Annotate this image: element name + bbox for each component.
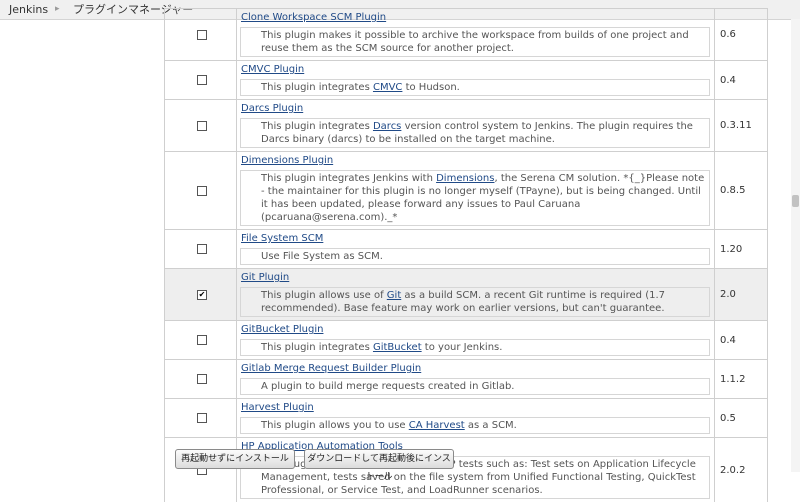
description-text: This plugin makes it possible to archive… bbox=[261, 30, 689, 54]
plugin-checkbox[interactable] bbox=[197, 75, 207, 85]
plugin-name-link[interactable]: Git Plugin bbox=[241, 269, 710, 285]
plugin-row: Clone Workspace SCM Plugin This plugin ma… bbox=[165, 8, 767, 60]
plugin-name-cell: Dimensions Plugin This plugin integrates … bbox=[237, 152, 715, 229]
plugin-description: Use File System as SCM. bbox=[240, 248, 710, 265]
plugin-checkbox[interactable] bbox=[197, 374, 207, 384]
plugin-name-cell: Gitlab Merge Request Builder Plugin A plu… bbox=[237, 360, 715, 398]
description-link[interactable]: Git bbox=[387, 290, 401, 301]
plugin-table: Clone Workspace SCM Plugin This plugin ma… bbox=[164, 8, 768, 502]
plugin-row: File System SCM Use File System as SCM. 1.… bbox=[165, 229, 767, 268]
plugin-select-cell bbox=[165, 230, 237, 268]
plugin-checkbox[interactable] bbox=[197, 29, 207, 40]
plugin-checkbox[interactable] bbox=[197, 335, 207, 345]
plugin-row: ✔ Git Plugin This plugin allows use of Git… bbox=[165, 268, 767, 320]
scrollbar-thumb[interactable] bbox=[792, 195, 799, 207]
plugin-name-link[interactable]: Harvest Plugin bbox=[241, 399, 710, 415]
plugin-name-link[interactable]: Dimensions Plugin bbox=[241, 152, 710, 168]
plugin-description: This plugin integrates Darcs version con… bbox=[240, 118, 710, 148]
download-install-after-restart-button[interactable]: ダウンロードして再起動後にインストール bbox=[304, 449, 454, 482]
plugin-name-cell: HP Application Automation Tools This plug… bbox=[237, 438, 715, 502]
description-text: This plugin allows you to use bbox=[261, 420, 409, 431]
plugin-row: HP Application Automation Tools This plug… bbox=[165, 437, 767, 502]
plugin-name-link[interactable]: GitBucket Plugin bbox=[241, 321, 710, 337]
plugin-description: This plugin allows use of Git as a build… bbox=[240, 287, 710, 317]
description-text: This plugin integrates bbox=[261, 121, 373, 132]
plugin-version: 0.3.11 bbox=[720, 120, 752, 131]
plugin-select-cell bbox=[165, 360, 237, 398]
description-text: to Hudson. bbox=[402, 82, 460, 93]
plugin-select-cell: ✔ bbox=[165, 269, 237, 320]
plugin-description: This plugin integrates GitBucket to your… bbox=[240, 339, 710, 356]
plugin-version: 2.0.2 bbox=[720, 464, 746, 476]
plugin-row: Gitlab Merge Request Builder Plugin A plu… bbox=[165, 359, 767, 398]
plugin-select-cell bbox=[165, 9, 237, 60]
plugin-row: Darcs Plugin This plugin integrates Darcs… bbox=[165, 99, 767, 151]
plugin-select-cell bbox=[165, 61, 237, 99]
description-text: This plugin integrates bbox=[261, 342, 373, 353]
plugin-row: GitBucket Plugin This plugin integrates G… bbox=[165, 320, 767, 359]
plugin-version: 1.20 bbox=[720, 243, 743, 255]
plugin-row: Dimensions Plugin This plugin integrates … bbox=[165, 151, 767, 229]
plugin-name-link[interactable]: Clone Workspace SCM Plugin bbox=[241, 9, 710, 25]
description-text: Use File System as SCM. bbox=[261, 251, 383, 262]
plugin-version: 0.4 bbox=[720, 74, 736, 86]
description-text: as a SCM. bbox=[464, 420, 517, 431]
description-link[interactable]: CA Harvest bbox=[409, 420, 465, 431]
plugin-checkbox[interactable] bbox=[197, 413, 207, 423]
plugin-name-cell: Darcs Plugin This plugin integrates Darcs… bbox=[237, 100, 715, 151]
plugin-select-cell bbox=[165, 100, 237, 151]
breadcrumb-jenkins[interactable]: Jenkins bbox=[9, 0, 48, 19]
install-without-restart-button[interactable]: 再起動せずにインストール bbox=[175, 449, 295, 469]
plugin-version: 2.0 bbox=[720, 289, 736, 300]
plugin-description: A plugin to build merge requests created… bbox=[240, 378, 710, 395]
plugin-description: This plugin makes it possible to archive… bbox=[240, 27, 710, 57]
plugin-checkbox[interactable] bbox=[197, 185, 207, 196]
plugin-row: Harvest Plugin This plugin allows you to … bbox=[165, 398, 767, 437]
plugin-checkbox[interactable]: ✔ bbox=[197, 289, 207, 300]
description-text: This plugin allows use of bbox=[261, 290, 387, 301]
description-text: to your Jenkins. bbox=[421, 342, 503, 353]
description-link[interactable]: CMVC bbox=[373, 82, 402, 93]
breadcrumb-separator-icon: ▸ bbox=[55, 4, 60, 14]
plugin-name-cell: GitBucket Plugin This plugin integrates G… bbox=[237, 321, 715, 359]
plugin-name-cell: CMVC Plugin This plugin integrates CMVC t… bbox=[237, 61, 715, 99]
plugin-name-link[interactable]: CMVC Plugin bbox=[241, 61, 710, 77]
plugin-name-link[interactable]: File System SCM bbox=[241, 230, 710, 246]
plugin-checkbox[interactable] bbox=[197, 244, 207, 254]
vertical-scrollbar[interactable] bbox=[791, 19, 800, 472]
description-link[interactable]: Darcs bbox=[373, 121, 401, 132]
plugin-select-cell bbox=[165, 321, 237, 359]
plugin-description: This plugin allows you to use CA Harvest… bbox=[240, 417, 710, 434]
description-text: This plugin integrates Jenkins with bbox=[261, 173, 437, 184]
plugin-name-cell: Git Plugin This plugin allows use of Git … bbox=[237, 269, 715, 320]
plugin-name-cell: Harvest Plugin This plugin allows you to … bbox=[237, 399, 715, 437]
plugin-description: This plugin integrates CMVC to Hudson. bbox=[240, 79, 710, 96]
description-link[interactable]: GitBucket bbox=[373, 342, 422, 353]
description-link[interactable]: Dimensions bbox=[436, 173, 494, 184]
plugin-name-cell: Clone Workspace SCM Plugin This plugin ma… bbox=[237, 9, 715, 60]
description-text: A plugin to build merge requests created… bbox=[261, 381, 515, 392]
plugin-name-link[interactable]: Gitlab Merge Request Builder Plugin bbox=[241, 360, 710, 376]
plugin-version: 0.8.5 bbox=[720, 185, 746, 196]
plugin-select-cell bbox=[165, 438, 237, 502]
plugin-row: CMVC Plugin This plugin integrates CMVC t… bbox=[165, 60, 767, 99]
plugin-checkbox[interactable] bbox=[197, 120, 207, 131]
plugin-description: This plugin integrates Jenkins with Dime… bbox=[240, 170, 710, 226]
plugin-version: 0.4 bbox=[720, 334, 736, 346]
plugin-name-cell: File System SCM Use File System as SCM. bbox=[237, 230, 715, 268]
plugin-version: 1.1.2 bbox=[720, 373, 746, 385]
plugin-version: 0.6 bbox=[720, 29, 736, 40]
description-text: This plugin integrates bbox=[261, 82, 373, 93]
plugin-select-cell bbox=[165, 152, 237, 229]
plugin-name-link[interactable]: Darcs Plugin bbox=[241, 100, 710, 116]
plugin-version: 0.5 bbox=[720, 412, 736, 424]
plugin-select-cell bbox=[165, 399, 237, 437]
